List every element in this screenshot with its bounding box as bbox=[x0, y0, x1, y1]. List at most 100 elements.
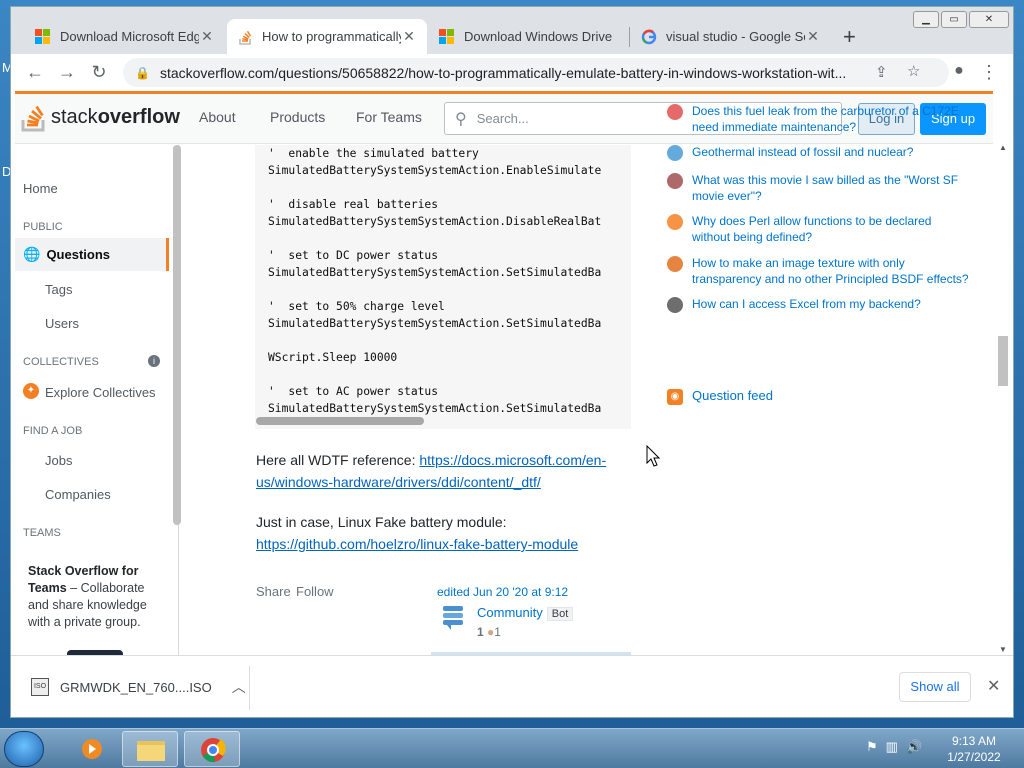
section-teams: TEAMS bbox=[23, 527, 61, 539]
question-feed-label: Question feed bbox=[692, 388, 773, 403]
scroll-up-icon[interactable]: ▲ bbox=[999, 143, 1007, 152]
hot-question-link: What was this movie I saw billed as the … bbox=[692, 173, 959, 203]
show-all-button[interactable]: Show all bbox=[899, 672, 971, 702]
left-sidebar: Home PUBLIC 🌐 Questions Tags Users COLLE… bbox=[15, 145, 181, 655]
share-link[interactable]: Share bbox=[256, 584, 291, 599]
sidebar-item-users[interactable]: Users bbox=[45, 316, 79, 331]
close-icon[interactable]: ✕ bbox=[199, 28, 215, 45]
bot-badge: Bot bbox=[546, 607, 574, 621]
sidebar-item-companies[interactable]: Companies bbox=[45, 487, 111, 502]
teams-promo: Stack Overflow for Teams – Collaborate a… bbox=[28, 563, 158, 631]
hot-question-link: Why does Perl allow functions to be decl… bbox=[692, 214, 932, 244]
stackoverflow-icon bbox=[667, 214, 683, 230]
action-center-icon[interactable]: ⚑ bbox=[866, 739, 878, 755]
info-icon[interactable]: i bbox=[148, 355, 160, 367]
stackoverflow-logo[interactable]: stackoverflow bbox=[21, 102, 180, 132]
window-controls: ▁ ▭ ✕ bbox=[913, 11, 1009, 28]
maximize-icon[interactable]: ▭ bbox=[941, 11, 967, 28]
browser-window: Download Microsoft Edge ✕ How to program… bbox=[10, 6, 1014, 718]
tab-download-edge[interactable]: Download Microsoft Edge ✕ bbox=[25, 19, 225, 54]
volume-icon[interactable]: 🔊 bbox=[906, 739, 922, 755]
nav-for-teams[interactable]: For Teams bbox=[356, 109, 422, 125]
close-window-icon[interactable]: ✕ bbox=[969, 11, 1009, 28]
scroll-down-icon[interactable]: ▼ bbox=[999, 645, 1007, 654]
bookmark-star-icon[interactable]: ☆ bbox=[907, 62, 920, 80]
download-bar: ISO GRMWDK_EN_760....ISO ︿ Show all ✕ bbox=[11, 655, 1013, 717]
user-name-link[interactable]: Community bbox=[477, 605, 543, 620]
sidebar-item-explore-collectives[interactable]: Explore Collectives bbox=[45, 385, 156, 400]
edited-link[interactable]: edited Jun 20 '20 at 9:12 bbox=[437, 585, 568, 599]
sidebar-item-questions[interactable]: 🌐 Questions bbox=[15, 238, 169, 271]
wdtf-link-part-1[interactable]: https://docs.microsoft.com/en- bbox=[419, 452, 606, 468]
mouse-cursor-icon bbox=[646, 445, 660, 467]
new-tab-plus-icon[interactable]: + bbox=[843, 24, 856, 50]
hot-question-link: Does this fuel leak from the carburetor … bbox=[692, 104, 959, 134]
tab-download-drivers[interactable]: Download Windows Drive bbox=[429, 19, 629, 54]
section-collectives: COLLECTIVES bbox=[23, 356, 99, 368]
tab-stackoverflow[interactable]: How to programmatically ✕ bbox=[227, 19, 427, 54]
globe-icon: 🌐 bbox=[23, 246, 41, 262]
chevron-up-icon[interactable]: ︿ bbox=[232, 677, 246, 697]
rss-icon: ◉ bbox=[667, 389, 683, 405]
sidebar-item-label: Questions bbox=[46, 247, 111, 262]
logo-text-stack: stack bbox=[51, 105, 98, 128]
menu-dots-icon[interactable]: ⋮ bbox=[973, 62, 1005, 83]
paragraph-text: Here all WDTF reference: bbox=[256, 452, 420, 468]
lock-icon: 🔒 bbox=[135, 65, 150, 80]
chrome-icon bbox=[201, 738, 226, 763]
sidebar-scrollbar[interactable] bbox=[173, 145, 181, 525]
page-scrollbar-thumb[interactable] bbox=[998, 336, 1008, 386]
address-bar[interactable]: 🔒 stackoverflow.com/questions/50658822/h… bbox=[123, 58, 949, 87]
clock-time: 9:13 AM bbox=[951, 734, 997, 748]
sidebar-item-jobs[interactable]: Jobs bbox=[45, 453, 72, 468]
close-download-bar-icon[interactable]: ✕ bbox=[987, 676, 1000, 696]
microsoft-logo-icon bbox=[35, 28, 51, 45]
page-scrollbar[interactable]: ▲ ▼ bbox=[996, 143, 1010, 655]
tab-title: Download Microsoft Edge bbox=[60, 29, 199, 44]
start-button[interactable] bbox=[4, 731, 44, 767]
paragraph-text: Just in case, Linux Fake battery module: bbox=[256, 514, 507, 530]
sidebar-item-tags[interactable]: Tags bbox=[45, 282, 72, 297]
minimize-icon[interactable]: ▁ bbox=[913, 11, 939, 28]
microsoft-logo-icon bbox=[439, 28, 455, 45]
reload-icon[interactable]: ↻ bbox=[83, 62, 115, 83]
download-divider bbox=[249, 666, 250, 710]
clock[interactable]: 9:13 AM 1/27/2022 bbox=[938, 733, 1010, 765]
profile-icon[interactable]: ● bbox=[943, 62, 975, 80]
close-icon[interactable]: ✕ bbox=[805, 28, 821, 45]
code-horizontal-scrollbar[interactable] bbox=[256, 417, 424, 425]
nav-products[interactable]: Products bbox=[270, 109, 325, 125]
stackoverflow-icon bbox=[237, 29, 253, 45]
close-icon[interactable]: ✕ bbox=[401, 28, 417, 45]
download-filename: GRMWDK_EN_760....ISO bbox=[60, 679, 212, 695]
earth-science-icon bbox=[667, 145, 683, 161]
code-text: ' enable the simulated battery Simulated… bbox=[268, 147, 602, 415]
folder-icon bbox=[137, 741, 165, 761]
section-public: PUBLIC bbox=[23, 221, 63, 233]
code-block: ' enable the simulated battery Simulated… bbox=[255, 145, 631, 429]
tab-title: How to programmatically bbox=[262, 29, 401, 44]
share-icon[interactable]: ⇪ bbox=[875, 63, 888, 81]
tab-google-search[interactable]: visual studio - Google Se ✕ bbox=[631, 19, 831, 54]
web-page: stackoverflow About Products For Teams ⚲… bbox=[11, 91, 1013, 655]
network-icon[interactable]: ▥ bbox=[886, 739, 898, 755]
wdtf-link-part-2[interactable]: us/windows-hardware/drivers/ddi/content/… bbox=[256, 474, 541, 490]
clock-date: 1/27/2022 bbox=[947, 750, 1001, 764]
community-avatar[interactable] bbox=[441, 605, 465, 631]
taskbar-chrome[interactable] bbox=[184, 731, 240, 767]
hot-question-link: Geothermal instead of fossil and nuclear… bbox=[692, 145, 914, 159]
download-item[interactable]: ISO GRMWDK_EN_760....ISO ︿ bbox=[31, 677, 246, 697]
collectives-star-icon: ✦ bbox=[23, 383, 39, 399]
taskbar-media-player[interactable] bbox=[64, 731, 120, 767]
back-arrow-icon[interactable]: ← bbox=[19, 62, 51, 83]
follow-link[interactable]: Follow bbox=[296, 584, 334, 599]
url-text: stackoverflow.com/questions/50658822/how… bbox=[159, 64, 847, 81]
sidebar-item-home[interactable]: Home bbox=[23, 181, 58, 196]
scifi-icon bbox=[667, 173, 683, 189]
nav-about[interactable]: About bbox=[199, 109, 236, 125]
forward-arrow-icon[interactable]: → bbox=[51, 62, 83, 83]
iso-file-icon: ISO bbox=[31, 678, 49, 696]
aviation-icon bbox=[667, 104, 683, 120]
taskbar-explorer[interactable] bbox=[122, 731, 178, 767]
linux-fake-battery-link[interactable]: https://github.com/hoelzro/linux-fake-ba… bbox=[256, 536, 578, 552]
